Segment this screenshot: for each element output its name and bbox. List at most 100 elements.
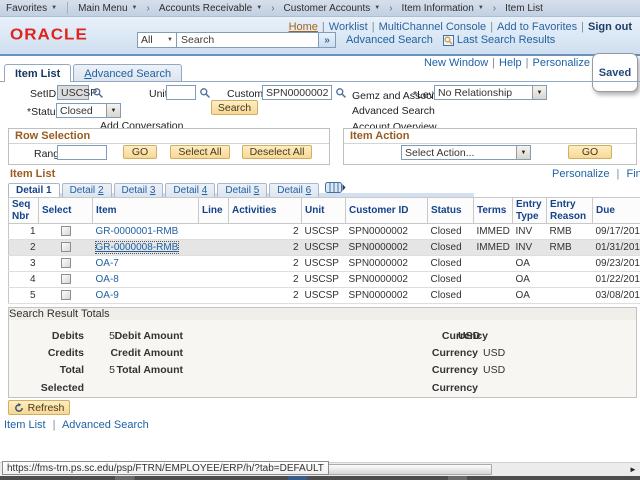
- col-header-due[interactable]: Due: [592, 197, 640, 224]
- item-action-go-button[interactable]: GO: [568, 145, 612, 159]
- tab-hotkey: 5: [253, 185, 260, 196]
- item-list-section-title: Item List: [10, 168, 56, 180]
- col-header-seq-nbr[interactable]: Seq Nbr: [8, 197, 39, 224]
- select-all-button[interactable]: Select All: [170, 145, 230, 159]
- item-link[interactable]: OA-9: [96, 290, 119, 301]
- level-select[interactable]: No Relationship ▼: [434, 85, 547, 100]
- tab-item-list[interactable]: Item List: [4, 64, 72, 82]
- search-go-button[interactable]: »: [319, 32, 336, 48]
- tab-detail-6[interactable]: Detail 6: [269, 183, 320, 197]
- item-link[interactable]: GR-0000001-RMB: [96, 226, 179, 237]
- breadcrumb-favorites-label: Favorites: [6, 2, 48, 14]
- breadcrumb-favorites[interactable]: Favorites ▼: [0, 3, 63, 14]
- breadcrumb-main-menu[interactable]: Main Menu ▼: [72, 3, 143, 14]
- col-header-entry-reason[interactable]: Entry Reason: [546, 197, 593, 224]
- footer-item-list-link[interactable]: Item List: [4, 419, 46, 431]
- tab-detail-4[interactable]: Detail 4: [165, 183, 216, 197]
- chevron-down-icon: ▼: [374, 5, 381, 11]
- chevron-down-icon: ▼: [477, 5, 484, 11]
- cell-line: [198, 255, 229, 272]
- level-label: *Lev: [413, 89, 435, 101]
- tab-advanced-search[interactable]: Advanced Search: [73, 64, 183, 82]
- customer-lookup-icon[interactable]: [335, 87, 347, 99]
- setid-label: SetID: [30, 88, 57, 100]
- range-go-button[interactable]: GO: [123, 145, 157, 159]
- show-all-columns-icon[interactable]: [325, 182, 346, 196]
- cell-unit: USCSP: [301, 223, 346, 240]
- row-select-checkbox[interactable]: [60, 242, 71, 253]
- range-field[interactable]: [57, 145, 107, 160]
- cell-line: [198, 223, 229, 240]
- search-input[interactable]: [177, 32, 319, 48]
- grid-personalize-link[interactable]: Personalize: [552, 168, 609, 180]
- breadcrumb-item-customer-accounts[interactable]: Customer Accounts ▼: [278, 3, 387, 14]
- advanced-search-link[interactable]: Advanced Search: [346, 34, 433, 46]
- setid-lookup-icon[interactable]: [92, 87, 104, 99]
- item-action-select[interactable]: Select Action... ▼: [401, 145, 531, 160]
- col-header-terms[interactable]: Terms: [473, 197, 513, 224]
- col-header-customer-id[interactable]: Customer ID: [345, 197, 428, 224]
- breadcrumb-separator-icon: ›: [389, 2, 393, 14]
- customer-field[interactable]: SPN0000002: [262, 85, 332, 100]
- status-select[interactable]: Closed ▼: [56, 103, 121, 118]
- row-selection-title: Row Selection: [9, 129, 329, 144]
- tab-hotkey: 6: [305, 185, 312, 196]
- row-select-checkbox[interactable]: [60, 226, 71, 237]
- col-header-unit[interactable]: Unit: [301, 197, 346, 224]
- last-search-results-icon: [442, 34, 454, 46]
- col-header-status[interactable]: Status: [427, 197, 474, 224]
- col-header-activities[interactable]: Activities: [228, 197, 302, 224]
- cell-activities: 2: [228, 223, 302, 240]
- tab-detail-2[interactable]: Detail 2: [61, 183, 112, 197]
- footer-advanced-search-link[interactable]: Advanced Search: [62, 419, 149, 431]
- cell-terms: [473, 271, 513, 288]
- item-link[interactable]: OA-7: [96, 258, 119, 269]
- cell-entry-reason: RMB: [546, 223, 593, 240]
- new-window-link[interactable]: New Window: [424, 57, 488, 69]
- tab-label: Detail: [225, 185, 254, 196]
- tab-detail-5[interactable]: Detail 5: [217, 183, 268, 197]
- row-select-checkbox[interactable]: [60, 274, 71, 285]
- col-header-item[interactable]: Item: [92, 197, 199, 224]
- setid-field[interactable]: USCSP: [57, 85, 97, 100]
- col-header-line[interactable]: Line: [198, 197, 229, 224]
- scrollbar-right-arrow[interactable]: ►: [629, 465, 637, 474]
- advanced-search-form-link[interactable]: Advanced Search: [352, 105, 435, 117]
- cell-due: 01/22/2015: [592, 271, 640, 288]
- search-result-totals: Search Result Totals Debits 5 Debit Amou…: [8, 307, 637, 398]
- unit-field[interactable]: [166, 85, 196, 100]
- grid-find-link[interactable]: Find: [626, 168, 640, 180]
- totals-amount-label: Total Amount: [116, 364, 184, 376]
- breadcrumb-item-label: Item Information: [401, 2, 474, 14]
- sign-out-link[interactable]: Sign out: [588, 21, 632, 33]
- refresh-button[interactable]: Refresh: [8, 400, 70, 415]
- item-link[interactable]: OA-8: [96, 274, 119, 285]
- last-search-results-link[interactable]: Last Search Results: [457, 34, 555, 46]
- breadcrumb-item-accounts-receivable[interactable]: Accounts Receivable ▼: [153, 3, 268, 14]
- item-link[interactable]: GR-0000008-RMB: [94, 241, 180, 254]
- breadcrumb-item-item-information[interactable]: Item Information ▼: [396, 3, 490, 14]
- help-link[interactable]: Help: [499, 57, 522, 69]
- cell-due: 09/17/2014: [592, 223, 640, 240]
- deselect-all-button[interactable]: Deselect All: [242, 145, 312, 159]
- row-select-checkbox[interactable]: [60, 290, 71, 301]
- totals-row-total: Total 5 Total Amount Currency USD: [9, 364, 636, 377]
- search-scope-select[interactable]: All ▼: [137, 32, 177, 48]
- search-button[interactable]: Search: [211, 100, 258, 115]
- tab-label: Detail 1: [16, 185, 52, 196]
- table-row: 1 GR-0000001-RMB 2 USCSP SPN0000002 Clos…: [8, 223, 640, 240]
- col-header-entry-type[interactable]: Entry Type: [512, 197, 547, 224]
- row-select-checkbox[interactable]: [60, 258, 71, 269]
- cell-customer-id: SPN0000002: [345, 223, 428, 240]
- cell-entry-type: OA: [512, 271, 547, 288]
- tab-hotkey: 2: [97, 185, 104, 196]
- unit-lookup-icon[interactable]: [199, 87, 211, 99]
- totals-currency-value: USD: [458, 330, 481, 342]
- cell-activities: 2: [228, 287, 302, 304]
- tab-detail-1[interactable]: Detail 1: [8, 183, 60, 197]
- col-header-select[interactable]: Select: [38, 197, 93, 224]
- cell-status: Closed: [427, 271, 474, 288]
- page-tab-underline: [0, 81, 640, 82]
- personalize-link[interactable]: Personalize: [533, 57, 590, 69]
- tab-detail-3[interactable]: Detail 3: [113, 183, 164, 197]
